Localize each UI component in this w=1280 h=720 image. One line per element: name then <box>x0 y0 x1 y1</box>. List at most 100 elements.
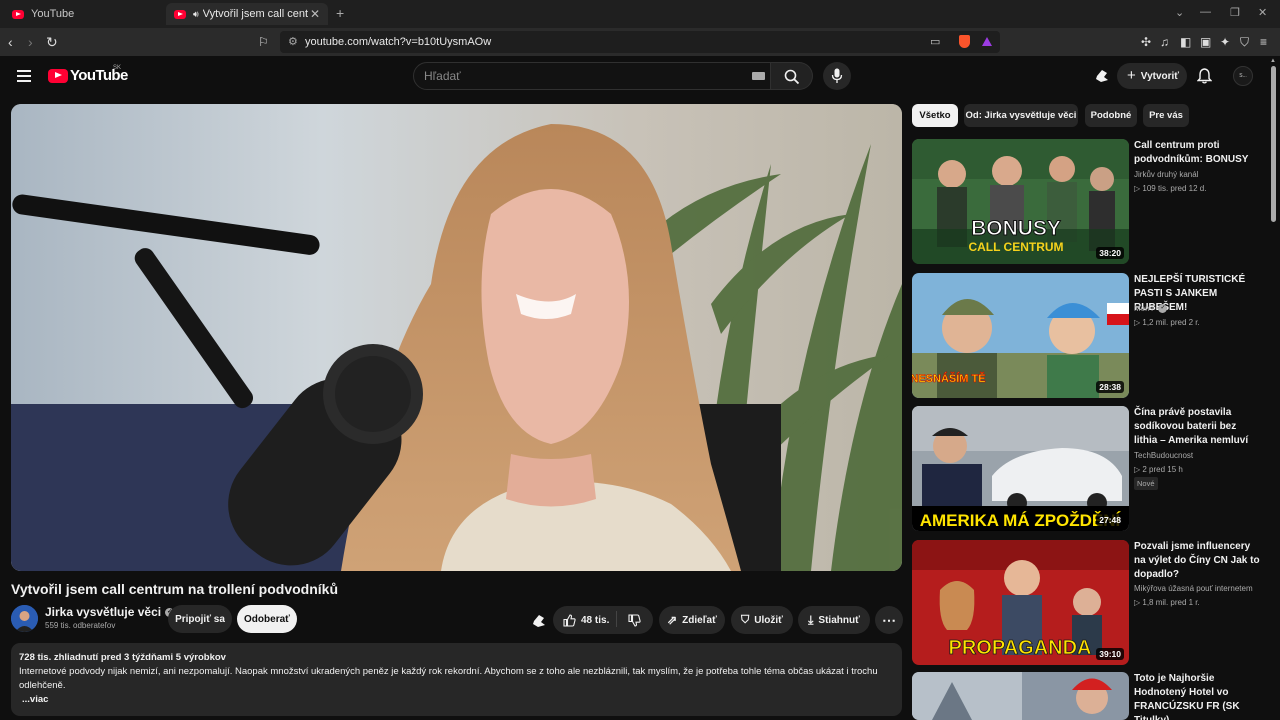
chip-for-you[interactable]: Pre vás <box>1143 104 1189 127</box>
extensions-icon[interactable]: ✣ <box>1141 34 1151 50</box>
channel-avatar[interactable] <box>11 605 38 632</box>
brave-rewards-icon[interactable] <box>982 37 992 46</box>
video-thumbnail[interactable]: AMERIKA MÁ ZPOŽDĚNÍ 27:48 <box>912 406 1129 531</box>
recommendation-item[interactable]: NESNÁŠÍM TĚ 28:38 NEJLEPŠÍ TURISTICKÉ PA… <box>912 273 1262 403</box>
channel-name[interactable]: Jirka vysvětluje věci✓ <box>45 605 175 619</box>
maximize-button[interactable]: ❐ <box>1230 6 1240 19</box>
recommendation-channel[interactable]: MenT ✓ <box>1134 304 1168 314</box>
video-duration: 38:20 <box>1096 247 1124 259</box>
tab-close-icon[interactable]: ✕ <box>310 7 320 21</box>
subscribe-button[interactable]: Odoberať <box>237 605 297 633</box>
account-avatar[interactable]: S... <box>1233 66 1253 86</box>
site-settings-icon[interactable]: ⚙ <box>288 35 298 48</box>
thumbnail-headline: AMERIKA MÁ ZPOŽDĚNÍ <box>920 511 1122 530</box>
recommendation-channel[interactable]: Mikýřova úžasná pouť internetem <box>1134 584 1253 593</box>
youtube-masthead: YouTube SK + Vytvoriť S... <box>0 56 1280 96</box>
recommendation-item[interactable]: BONUSY CALL CENTRUM 38:20 Call centrum p… <box>912 139 1262 269</box>
notifications-bell-icon[interactable] <box>1197 68 1212 84</box>
youtube-play-icon <box>48 68 68 83</box>
video-player[interactable] <box>11 104 902 571</box>
save-icon: ⛉ <box>741 613 750 626</box>
recommendation-stats: ▷ 109 tis. pred 12 d. <box>1134 184 1207 193</box>
leo-icon[interactable]: ✦ <box>1220 34 1230 50</box>
back-icon[interactable]: ‹ <box>8 34 13 50</box>
recommendation-item[interactable]: PROPAGANDA 39:10 Pozvali jsme influencer… <box>912 540 1262 670</box>
recommendation-stats: ▷ 1,8 mil. pred 1 r. <box>1134 598 1200 607</box>
brave-shield-icon[interactable] <box>959 35 970 48</box>
share-button[interactable]: ⇗ Zdieľať <box>659 606 725 634</box>
cast-icon[interactable]: ▭ <box>930 35 940 48</box>
menu-icon[interactable]: ≡ <box>1260 34 1267 50</box>
microphone-icon <box>831 68 843 83</box>
forward-icon[interactable]: › <box>28 34 33 50</box>
thumbnail-image: BONUSY CALL CENTRUM <box>912 139 1129 264</box>
recommendation-title[interactable]: Call centrum proti podvodníkům: BONUSY <box>1134 139 1262 167</box>
video-thumbnail[interactable]: NESNÁŠÍM TĚ 28:38 <box>912 273 1129 398</box>
show-more-link[interactable]: ...viac <box>19 693 894 707</box>
recommendation-item[interactable]: Toto je Najhoršie Hodnotený Hotel vo FRA… <box>912 672 1262 720</box>
thumbnail-headline: NESNÁŠÍM TĚ <box>912 372 986 385</box>
thumbnail-image: NESNÁŠÍM TĚ <box>912 273 1129 398</box>
video-thumbnail[interactable]: PROPAGANDA 39:10 <box>912 540 1129 665</box>
like-icon[interactable] <box>563 613 576 627</box>
voice-search-button[interactable] <box>823 62 851 90</box>
create-button[interactable]: + Vytvoriť <box>1117 63 1187 89</box>
video-thumbnail[interactable] <box>912 672 1129 720</box>
youtube-favicon-icon <box>12 9 24 19</box>
plus-icon: + <box>1127 66 1136 84</box>
recommendation-channel-text: MenT <box>1134 304 1155 313</box>
bookmark-icon[interactable]: ⚐ <box>258 34 269 50</box>
search-button[interactable] <box>771 62 813 90</box>
chip-all[interactable]: Všetko <box>912 104 958 127</box>
join-button[interactable]: Pripojiť sa <box>168 605 232 633</box>
wallet-icon[interactable]: ▣ <box>1200 34 1211 50</box>
tab-search-chevron-icon[interactable]: ⌄ <box>1175 6 1184 19</box>
more-actions-button[interactable]: ⋯ <box>875 606 903 634</box>
download-icon: ⤓ <box>808 612 814 627</box>
video-thumbnail[interactable]: BONUSY CALL CENTRUM 38:20 <box>912 139 1129 264</box>
browser-toolbar: ‹ › ↻ ⚐ ⚙ youtube.com/watch?v=b10tUysmAO… <box>0 28 1280 56</box>
youtube-favicon-icon <box>174 9 186 19</box>
ai-ask-icon[interactable] <box>531 613 547 629</box>
thumbnail-image: AMERIKA MÁ ZPOŽDĚNÍ <box>912 406 1129 531</box>
recommendation-stats: ▷ 1,2 mil. pred 2 r. <box>1134 318 1200 327</box>
share-label: Zdieľať <box>682 614 717 626</box>
recommendation-title[interactable]: Čína právě postavila sodíkovou baterii b… <box>1134 406 1262 448</box>
address-bar[interactable]: ⚙ youtube.com/watch?v=b10tUysmAOw ▭ <box>280 31 1000 53</box>
vpn-icon[interactable]: ⛉ <box>1240 34 1249 50</box>
keyboard-icon[interactable] <box>752 72 765 80</box>
recommendation-title[interactable]: Pozvali jsme influencery na výlet do Čín… <box>1134 540 1262 582</box>
create-label: Vytvoriť <box>1140 70 1180 82</box>
close-window-button[interactable]: ✕ <box>1258 6 1267 19</box>
save-button[interactable]: ⛉ Uložiť <box>731 606 793 634</box>
search-box <box>413 62 771 90</box>
page-scrollbar[interactable] <box>1271 66 1276 222</box>
channel-name-text: Jirka vysvětluje věci <box>45 605 162 619</box>
minimize-button[interactable]: — <box>1200 6 1211 18</box>
video-duration: 39:10 <box>1096 648 1124 660</box>
more-icon: ⋯ <box>882 611 896 628</box>
guide-menu-icon[interactable] <box>17 70 31 82</box>
recommendation-channel[interactable]: Jirkův druhý kanál <box>1134 170 1198 179</box>
browser-tab-youtube[interactable]: YouTube <box>4 3 164 25</box>
download-button[interactable]: ⤓ Stiahnuť <box>798 606 870 634</box>
like-count[interactable]: 48 tis. <box>581 615 609 626</box>
premium-spark-icon[interactable] <box>1094 68 1110 84</box>
browser-tab-video[interactable]: 🔊︎ Vytvořil jsem call centrum na ✕ <box>166 3 328 25</box>
recommendation-stats: ▷ 2 pred 15 h <box>1134 465 1183 474</box>
chip-related[interactable]: Podobné <box>1085 104 1137 127</box>
recommendation-item[interactable]: AMERIKA MÁ ZPOŽDĚNÍ 27:48 Čína právě pos… <box>912 406 1262 536</box>
dislike-icon[interactable] <box>628 614 641 627</box>
chip-from-channel[interactable]: Od: Jirka vysvětluje věci <box>964 104 1078 127</box>
recommendation-channel[interactable]: TechBudoucnost <box>1134 451 1193 460</box>
new-tab-button[interactable]: + <box>336 5 344 21</box>
scroll-up-arrow-icon[interactable]: ▲ <box>1270 58 1276 64</box>
description-box[interactable]: 728 tis. zhliadnutí pred 3 týždňami 5 vý… <box>11 643 902 716</box>
search-input[interactable] <box>424 68 724 84</box>
speaker-icon: 🔊︎ <box>193 8 199 19</box>
recommendation-title[interactable]: Toto je Najhoršie Hodnotený Hotel vo FRA… <box>1134 672 1262 720</box>
sidebar-icon[interactable]: ◧ <box>1180 34 1191 50</box>
reload-icon[interactable]: ↻ <box>46 34 58 50</box>
music-icon[interactable]: ♫ <box>1160 34 1169 50</box>
video-duration: 27:48 <box>1096 514 1124 526</box>
